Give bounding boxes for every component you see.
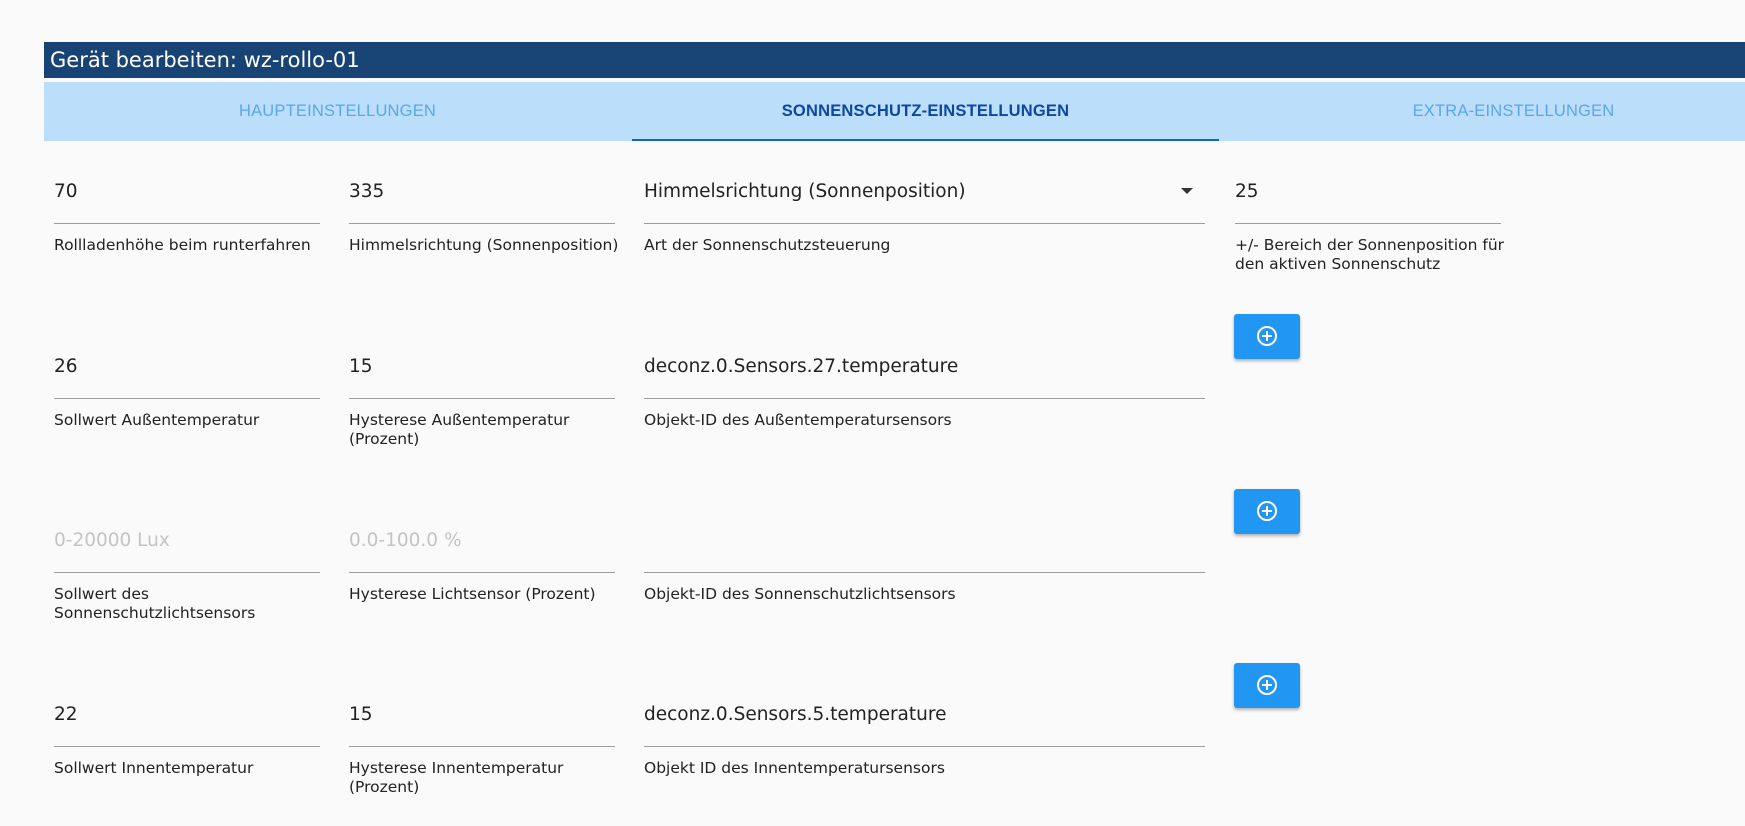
outside-temp-setpoint-field: 26 Sollwert Außentemperatur: [44, 354, 320, 444]
input-underline: [644, 398, 1205, 399]
inside-temp-hysteresis-label: Hysterese Innentemperatur (Prozent): [349, 759, 563, 797]
shutter-height-field: 70 Rollladenhöhe beim runterfahren: [44, 179, 320, 269]
tab-label: SONNENSCHUTZ-EINSTELLUNGEN: [781, 102, 1070, 120]
inside-temp-hysteresis-label-line2: (Prozent): [349, 778, 420, 796]
add-outside-temp-sensor-button[interactable]: [1234, 314, 1300, 359]
shutter-height-input[interactable]: 70: [54, 179, 78, 205]
control-type-select[interactable]: Himmelsrichtung (Sonnenposition): [644, 179, 966, 205]
inside-temp-hysteresis-field: 15 Hysterese Innentemperatur (Prozent): [339, 702, 615, 802]
add-circle-icon: [1257, 326, 1277, 346]
light-hysteresis-label: Hysterese Lichtsensor (Prozent): [349, 585, 596, 603]
chevron-down-icon[interactable]: [1181, 188, 1193, 194]
outside-temp-hysteresis-label-line2: (Prozent): [349, 430, 420, 448]
add-light-sensor-button[interactable]: [1234, 489, 1300, 534]
inside-temp-sensor-input[interactable]: deconz.0.Sensors.5.temperature: [644, 702, 946, 728]
tab-sonnenschutz-einstellungen[interactable]: SONNENSCHUTZ-EINSTELLUNGEN: [632, 82, 1219, 141]
light-setpoint-label: Sollwert des Sonnenschutzlichtsensors: [54, 585, 255, 623]
input-underline: [349, 572, 615, 573]
active-tab-indicator: [632, 139, 1219, 141]
input-underline: [54, 746, 320, 747]
input-underline: [54, 398, 320, 399]
direction-label: Himmelsrichtung (Sonnenposition): [349, 236, 619, 254]
tab-label: HAUPTEINSTELLUNGEN: [238, 102, 437, 120]
sun-range-input[interactable]: 25: [1235, 179, 1259, 205]
input-underline: [349, 398, 615, 399]
inside-temp-setpoint-label: Sollwert Innentemperatur: [54, 759, 254, 777]
light-hysteresis-input[interactable]: 0.0-100.0 %: [349, 528, 462, 554]
outside-temp-sensor-field: deconz.0.Sensors.27.temperature Objekt-I…: [634, 354, 1205, 444]
add-circle-icon: [1257, 675, 1277, 695]
add-inside-temp-sensor-button[interactable]: [1234, 663, 1300, 708]
input-underline: [349, 223, 615, 224]
dialog-title: Gerät bearbeiten: wz-rollo-01: [44, 42, 1745, 78]
outside-temp-setpoint-label: Sollwert Außentemperatur: [54, 411, 260, 429]
sun-range-label: +/- Bereich der Sonnenposition für den a…: [1235, 236, 1504, 274]
light-setpoint-label-line1: Sollwert des: [54, 585, 149, 603]
input-underline: [349, 746, 615, 747]
inside-temp-sensor-field: deconz.0.Sensors.5.temperature Objekt ID…: [634, 702, 1205, 792]
input-underline: [644, 572, 1205, 573]
tab-bar: HAUPTEINSTELLUNGEN SONNENSCHUTZ-EINSTELL…: [44, 82, 1745, 141]
sun-range-label-line2: den aktiven Sonnenschutz: [1235, 255, 1441, 273]
tab-extra-einstellungen[interactable]: EXTRA-EINSTELLUNGEN: [1220, 82, 1745, 141]
input-underline: [54, 572, 320, 573]
outside-temp-hysteresis-label-line1: Hysterese Außentemperatur: [349, 411, 570, 429]
shutter-height-label: Rollladenhöhe beim runterfahren: [54, 236, 311, 254]
sun-range-label-line1: +/- Bereich der Sonnenposition für: [1235, 236, 1505, 254]
light-setpoint-field: 0-20000 Lux Sollwert des Sonnenschutzlic…: [44, 528, 320, 628]
inside-temp-sensor-label: Objekt ID des Innentemperatursensors: [644, 759, 945, 777]
input-underline: [1235, 223, 1501, 224]
outside-temp-sensor-input[interactable]: deconz.0.Sensors.27.temperature: [644, 354, 958, 380]
outside-temp-hysteresis-field: 15 Hysterese Außentemperatur (Prozent): [339, 354, 615, 454]
direction-field: 335 Himmelsrichtung (Sonnenposition): [339, 179, 619, 269]
inside-temp-setpoint-input[interactable]: 22: [54, 702, 78, 728]
sun-range-field: 25 +/- Bereich der Sonnenposition für de…: [1225, 179, 1504, 279]
direction-input[interactable]: 335: [349, 179, 384, 205]
inside-temp-hysteresis-label-line1: Hysterese Innentemperatur: [349, 759, 564, 777]
light-hysteresis-field: 0.0-100.0 % Hysterese Lichtsensor (Proze…: [339, 528, 615, 618]
inside-temp-setpoint-field: 22 Sollwert Innentemperatur: [44, 702, 320, 792]
inside-temp-hysteresis-input[interactable]: 15: [349, 702, 373, 728]
light-sensor-field: Objekt-ID des Sonnenschutzlichtsensors: [634, 528, 1205, 618]
outside-temp-hysteresis-input[interactable]: 15: [349, 354, 373, 380]
control-type-label: Art der Sonnenschutzsteuerung: [644, 236, 891, 254]
select-underline: [644, 223, 1205, 224]
tab-label: EXTRA-EINSTELLUNGEN: [1412, 102, 1615, 120]
outside-temp-setpoint-input[interactable]: 26: [54, 354, 78, 380]
control-type-field: Himmelsrichtung (Sonnenposition) Art der…: [634, 179, 1205, 269]
app-root: Gerät bearbeiten: wz-rollo-01 HAUPTEINST…: [0, 0, 1745, 826]
light-setpoint-input[interactable]: 0-20000 Lux: [54, 528, 170, 554]
light-setpoint-label-line2: Sonnenschutzlichtsensors: [54, 604, 256, 622]
add-circle-icon: [1257, 501, 1277, 521]
tab-haupteinstellungen[interactable]: HAUPTEINSTELLUNGEN: [44, 82, 631, 141]
outside-temp-sensor-label: Objekt-ID des Außentemperatursensors: [644, 411, 952, 429]
input-underline: [54, 223, 320, 224]
input-underline: [644, 746, 1205, 747]
outside-temp-hysteresis-label: Hysterese Außentemperatur (Prozent): [349, 411, 569, 449]
light-sensor-label: Objekt-ID des Sonnenschutzlichtsensors: [644, 585, 956, 603]
